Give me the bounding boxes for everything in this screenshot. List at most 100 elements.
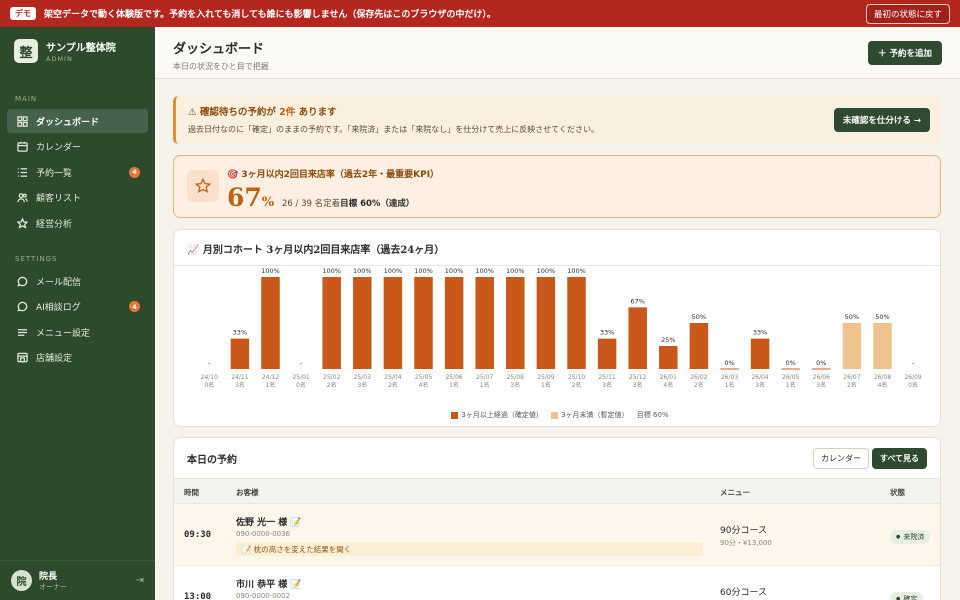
chart-x-tick-label: 25/12 [629, 374, 646, 381]
chart-x-tick-label: 26/08 [874, 374, 891, 381]
chart-x-tick-label: 24/10 [201, 374, 218, 381]
chart-count-label: 0名 [204, 381, 214, 389]
chart-data-label: 33% [600, 329, 614, 337]
row-customer-name[interactable]: 市川 恭平 様 📝 [236, 577, 302, 590]
sidebar-item-store-settings[interactable]: 店舗設定 [7, 346, 148, 370]
chart-bar [414, 277, 433, 369]
sidebar-item-label: AI相談ログ [36, 303, 81, 313]
chart-bar [536, 277, 556, 369]
sidebar-item-label: 予約一覧 [36, 168, 73, 179]
users-icon [15, 191, 29, 205]
chart-bar [597, 338, 617, 369]
chart-count-label: 3名 [633, 381, 643, 389]
sidebar-item-reservations[interactable]: 予約一覧 4 [7, 160, 148, 184]
sidebar-item-label: 顧客リスト [36, 194, 82, 204]
sidebar-item-menu-settings[interactable]: メニュー設定 [7, 320, 148, 344]
chart-legend: 3ヶ月以上経過（確定値） 3ヶ月未満（暫定値） 目標 60% [174, 410, 940, 420]
col-status: 状態 [890, 488, 905, 497]
sidebar-item-ai-log[interactable]: AI相談ログ 4 [7, 295, 148, 319]
table-row[interactable]: 09:30 佐野 光一 様 📝 090-0000-0036 📝 枕の高さを変えた… [174, 504, 940, 566]
chart-bar [230, 338, 250, 369]
user-box[interactable]: 院 院長 オーナー ⇥ [0, 560, 155, 600]
today-title: 本日の予約 [187, 455, 237, 466]
chart-x-tick-label: 25/10 [568, 374, 585, 381]
col-customer: お客様 [236, 488, 259, 497]
chart-x-tick-label: 25/02 [323, 374, 340, 381]
chart-count-label: 0名 [908, 381, 918, 389]
chart-data-label: 100% [384, 267, 403, 275]
chart-count-label: 4名 [419, 381, 429, 389]
chart-count-label: 1名 [541, 381, 551, 389]
brand-name: サンプル整体院 [46, 43, 116, 54]
row-note: 📝 枕の高さを変えた結果を聞く [236, 542, 703, 556]
count-badge: 4 [129, 166, 140, 178]
chart-x-tick-label: 25/09 [537, 374, 554, 381]
table-row[interactable]: 13:00 市川 恭平 様 📝 090-0000-0002 60分コース 確定 [174, 566, 940, 600]
unconfirmed-alert: ⚠ 確認待ちの予約が 2件 あります 過去日付なのに「確定」のままの予約です。「… [173, 96, 941, 144]
cohort-chart-card: 📈 月別コホート 3ヶ月以内2回目来店率（過去24ヶ月） -24/10 0名 33%… [173, 229, 941, 427]
chart-data-label: 100% [567, 267, 586, 275]
chart-x-tick-label: 24/12 [262, 374, 279, 381]
status-badge[interactable]: 確定 [890, 592, 924, 600]
sidebar-item-mail[interactable]: メール配信 [7, 269, 148, 293]
legend-swatch-confirmed [451, 411, 459, 419]
calendar-icon [15, 140, 29, 154]
chart-count-label: 3名 [755, 381, 765, 389]
chart-data-label: - [208, 359, 211, 367]
chart-data-label: - [912, 359, 915, 367]
chart-data-label: 33% [753, 329, 767, 337]
chat-icon [15, 274, 29, 288]
chart-x-tick-label: 25/03 [354, 374, 371, 381]
row-time: 09:30 [184, 530, 212, 540]
col-time: 時間 [184, 488, 199, 497]
chart-data-label: 0% [724, 359, 734, 367]
legend-provisional: 3ヶ月未満（暫定値） [561, 411, 629, 419]
chart-x-tick-label: 26/05 [782, 374, 799, 381]
sidebar-item-analytics[interactable]: 経営分析 [7, 211, 148, 235]
chart-bar [873, 323, 892, 369]
kpi-number: 67 [227, 183, 262, 212]
chart-bar [659, 346, 678, 369]
kpi-card: 🎯 3ヶ月以内2回目来店率（過去2年・最重要KPI） 67% 26 / 39 名… [173, 155, 941, 218]
row-phone: 090-0000-0036 [236, 530, 291, 538]
chart-count-label: 2名 [847, 381, 857, 389]
chart-data-label: 50% [875, 313, 889, 321]
cohort-bar-chart: -24/100名33%24/113名100%24/121名-25/010名100… [201, 267, 922, 389]
view-all-button[interactable]: すべて見る [871, 448, 927, 469]
kpi-unit: % [261, 195, 275, 210]
sort-unconfirmed-button[interactable]: 未確認を仕分ける → [833, 108, 930, 132]
chart-count-label: 1名 [480, 381, 490, 389]
chart-data-label: 100% [414, 267, 433, 275]
add-reservation-button[interactable]: ＋ 予約を追加 [868, 41, 942, 65]
legend-confirmed: 3ヶ月以上経過（確定値） [461, 411, 543, 419]
page-subtitle: 本日の状況をひと目で把握 [173, 62, 269, 71]
chart-x-tick-label: 25/01 [292, 374, 309, 381]
grid-icon [15, 114, 29, 128]
brand-sub: ADMIN [46, 55, 73, 63]
sidebar-item-customers[interactable]: 顧客リスト [7, 186, 148, 210]
legend-swatch-provisional [551, 411, 559, 419]
chart-data-label: 100% [322, 267, 341, 275]
brand[interactable]: 整 サンプル整体院 ADMIN [0, 27, 155, 75]
legend-target: 目標 60% [636, 411, 669, 419]
chart-count-label: 4名 [663, 381, 673, 389]
chart-data-label: 100% [353, 267, 372, 275]
sidebar-item-dashboard[interactable]: ダッシュボード [7, 109, 148, 133]
row-customer-name[interactable]: 佐野 光一 様 📝 [236, 515, 302, 528]
sidebar-item-calendar[interactable]: カレンダー [7, 135, 148, 159]
sidebar: 整 サンプル整体院 ADMIN MAIN ダッシュボード カレンダー 予約一覧 … [0, 27, 155, 600]
star-icon [15, 216, 29, 230]
brand-logo: 整 [14, 39, 38, 63]
chart-data-label: 100% [445, 267, 464, 275]
chart-bar [628, 307, 647, 369]
chart-data-label: 100% [506, 267, 525, 275]
chart-bar [750, 338, 770, 369]
sidebar-item-label: カレンダー [36, 143, 82, 153]
reset-demo-button[interactable]: 最初の状態に戻す [865, 3, 950, 24]
calendar-button[interactable]: カレンダー [813, 448, 869, 469]
logout-icon[interactable]: ⇥ [136, 575, 144, 586]
chart-data-label: 67% [630, 297, 644, 305]
row-menu-detail: 90分・¥13,000 [720, 539, 772, 547]
chart-data-label: 25% [661, 336, 675, 344]
status-badge[interactable]: 来院済 [890, 530, 931, 544]
